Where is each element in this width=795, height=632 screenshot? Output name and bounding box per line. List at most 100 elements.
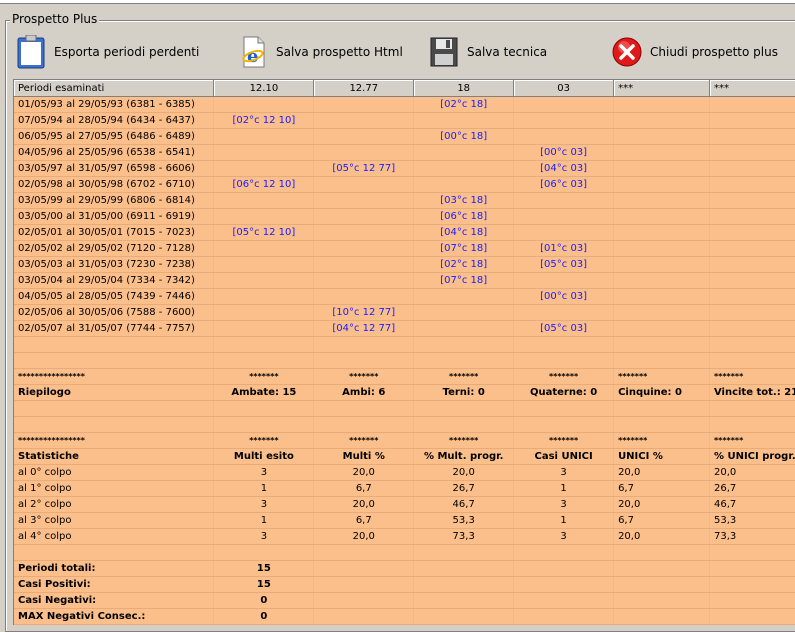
empty-cell [613,576,710,593]
empty-cell [413,112,515,129]
empty-cell [14,400,215,417]
stats-value: 6,7 [613,512,710,529]
totals-value: 0 [213,608,315,625]
stats-row: al 0° colpo 3 20,0 20,0 3 20,0 20,0 [14,464,795,481]
hit-cell: [01°c 03] [513,240,615,257]
empty-cell [313,416,415,433]
empty-cell [513,624,615,625]
empty-cell [313,352,415,369]
column-header-extra-2[interactable]: *** [709,80,795,97]
column-header-03[interactable]: 03 [513,80,615,97]
stats-column-header: Multi % [313,448,415,465]
empty-cell [613,624,710,625]
empty-cell [14,416,215,433]
empty-cell [313,112,415,129]
empty-cell [313,192,415,209]
empty-cell [613,208,710,225]
empty-cell [313,224,415,241]
stars-separator: ******* [709,368,795,385]
spacer-row [14,352,795,369]
period-label: 02/05/98 al 30/05/98 (6702 - 6710) [14,176,215,193]
period-row: 04/05/96 al 25/05/96 (6538 - 6541) [00°c … [14,144,795,161]
empty-cell [413,624,515,625]
hit-cell: [03°c 18] [413,192,515,209]
empty-cell [413,592,515,609]
empty-cell [513,560,615,577]
period-row: 02/05/01 al 30/05/01 (7015 - 7023) [05°c … [14,224,795,241]
stats-value: 20,0 [613,528,710,545]
stats-value: 20,0 [613,464,710,481]
export-label: Esporta periodi perdenti [54,45,200,59]
stats-row: al 4° colpo 3 20,0 73,3 3 20,0 73,3 [14,528,795,545]
stats-value: 53,3 [413,512,515,529]
period-label: 02/05/06 al 30/05/06 (7588 - 7600) [14,304,215,321]
stats-value: 3 [513,496,615,513]
period-row: 01/05/93 al 29/05/93 (6381 - 6385) [02°c … [14,96,795,113]
empty-cell [413,352,515,369]
empty-cell [613,304,710,321]
empty-cell [709,160,795,177]
summary-stars-row: **************** ******* ******* ******* ***… [14,368,795,385]
summary-value: Ambi: 6 [313,384,415,401]
empty-cell [213,288,315,305]
period-row: 06/05/95 al 27/05/95 (6486 - 6489) [00°c … [14,128,795,145]
period-label: 02/05/02 al 29/05/02 (7120 - 7128) [14,240,215,257]
spacer-row [14,544,795,561]
empty-cell [313,128,415,145]
empty-cell [213,128,315,145]
stats-value: 20,0 [613,496,710,513]
empty-cell [313,400,415,417]
stats-stars-row: **************** ******* ******* ******* ***… [14,432,795,449]
save-html-button[interactable]: e Salva prospetto Html [236,34,403,70]
summary-label: Riepilogo [14,384,215,401]
totals-row: Casi Positivi: 15 [14,576,795,593]
close-icon [610,35,644,69]
stats-row: al 2° colpo 3 20,0 46,7 3 20,0 46,7 [14,496,795,513]
save-technique-button[interactable]: Salva tecnica [427,34,547,70]
totals-value: 15 [213,560,315,577]
summary-value: Ambate: 15 [213,384,315,401]
empty-cell [213,160,315,177]
stats-value: 1 [513,512,615,529]
stats-column-header: Casi UNICI [513,448,615,465]
empty-cell [613,144,710,161]
period-row: 03/05/00 al 31/05/00 (6911 - 6919) [06°c … [14,208,795,225]
hit-cell: [00°c 03] [513,288,615,305]
save-technique-label: Salva tecnica [467,45,548,59]
period-label: 01/05/93 al 29/05/93 (6381 - 6385) [14,96,215,113]
spacer-row [14,336,795,353]
empty-cell [709,112,795,129]
column-header-18[interactable]: 18 [413,80,515,97]
empty-cell [313,288,415,305]
close-prospetto-button[interactable]: Chiudi prospetto plus [610,34,778,70]
period-row: 04/05/05 al 28/05/05 (7439 - 7446) [00°c … [14,288,795,305]
empty-cell [709,608,795,625]
stars-separator: **************** [14,368,215,385]
stats-value: 46,7 [413,496,515,513]
stats-value: 3 [213,464,315,481]
totals-label: Casi Positivi: [14,576,215,593]
empty-cell [709,272,795,289]
empty-cell [613,336,710,353]
summary-value: Vincite tot.: 21 [709,384,795,401]
column-header-periods[interactable]: Periodi esaminati [14,80,215,97]
empty-cell [413,416,515,433]
empty-cell [213,336,315,353]
empty-cell [709,320,795,337]
empty-cell [513,304,615,321]
column-header-12-10[interactable]: 12.10 [213,80,315,97]
period-row: 03/05/97 al 31/05/97 (6598 - 6606) [05°c … [14,160,795,177]
empty-cell [613,256,710,273]
export-losing-periods-button[interactable]: Esporta periodi perdenti [14,34,199,70]
totals-row: Periodi totali: 15 [14,560,795,577]
empty-cell [709,416,795,433]
empty-cell [313,576,415,593]
empty-cell [613,608,710,625]
column-header-12-77[interactable]: 12.77 [313,80,415,97]
results-grid[interactable]: Periodi esaminati 12.10 12.77 18 03 *** … [13,79,795,625]
stars-separator: ******* [709,432,795,449]
period-label: 03/05/99 al 29/05/99 (6806 - 6814) [14,192,215,209]
totals-label: Casi in corso: [14,624,215,625]
stars-separator: ******* [313,368,415,385]
column-header-extra-1[interactable]: *** [613,80,710,97]
